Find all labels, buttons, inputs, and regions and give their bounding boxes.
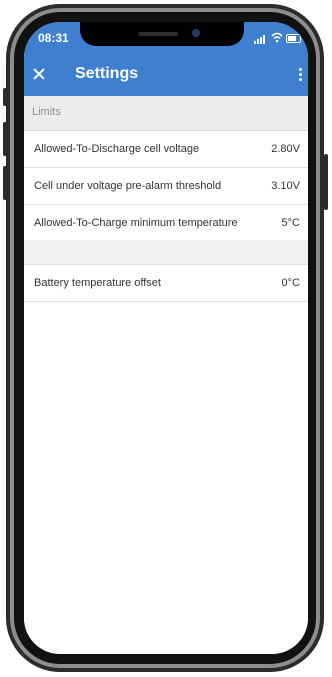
setting-value: 3.10V xyxy=(271,180,300,192)
status-time: 08:31 xyxy=(38,31,69,45)
setting-value: 2.80V xyxy=(271,143,300,155)
setting-row-charge-min-temperature[interactable]: Allowed-To-Charge minimum temperature 5°… xyxy=(24,205,308,242)
phone-screen: 08:31 Settings Limits Allowed-To-Dischar… xyxy=(24,22,308,654)
setting-row-prealarm-threshold[interactable]: Cell under voltage pre-alarm threshold 3… xyxy=(24,168,308,205)
volume-down-button xyxy=(3,166,7,200)
front-camera-icon xyxy=(192,29,200,37)
speaker-grille xyxy=(138,32,178,36)
power-button xyxy=(324,154,328,210)
section-header-limits: Limits xyxy=(24,96,308,131)
wifi-icon xyxy=(271,32,283,43)
setting-value: 5°C xyxy=(281,217,300,229)
section-header-label: Limits xyxy=(32,106,61,118)
setting-row-temperature-offset[interactable]: Battery temperature offset 0°C xyxy=(24,265,308,302)
notch xyxy=(80,22,244,46)
section-divider xyxy=(24,240,308,265)
status-icons xyxy=(254,32,301,44)
setting-value: 0°C xyxy=(281,277,300,289)
close-icon[interactable] xyxy=(31,66,47,82)
setting-label: Allowed-To-Charge minimum temperature xyxy=(34,217,238,229)
settings-list: Limits Allowed-To-Discharge cell voltage… xyxy=(24,96,308,654)
setting-label: Allowed-To-Discharge cell voltage xyxy=(34,143,200,155)
setting-label: Cell under voltage pre-alarm threshold xyxy=(34,180,222,192)
page-title: Settings xyxy=(75,65,139,82)
more-vertical-icon[interactable] xyxy=(298,68,302,82)
volume-up-button xyxy=(3,122,7,156)
battery-icon xyxy=(286,34,301,43)
app-bar: 08:31 Settings xyxy=(24,22,308,96)
mute-switch xyxy=(3,88,7,106)
setting-row-discharge-voltage[interactable]: Allowed-To-Discharge cell voltage 2.80V xyxy=(24,131,308,168)
setting-label: Battery temperature offset xyxy=(34,277,161,289)
signal-icon xyxy=(254,34,268,44)
